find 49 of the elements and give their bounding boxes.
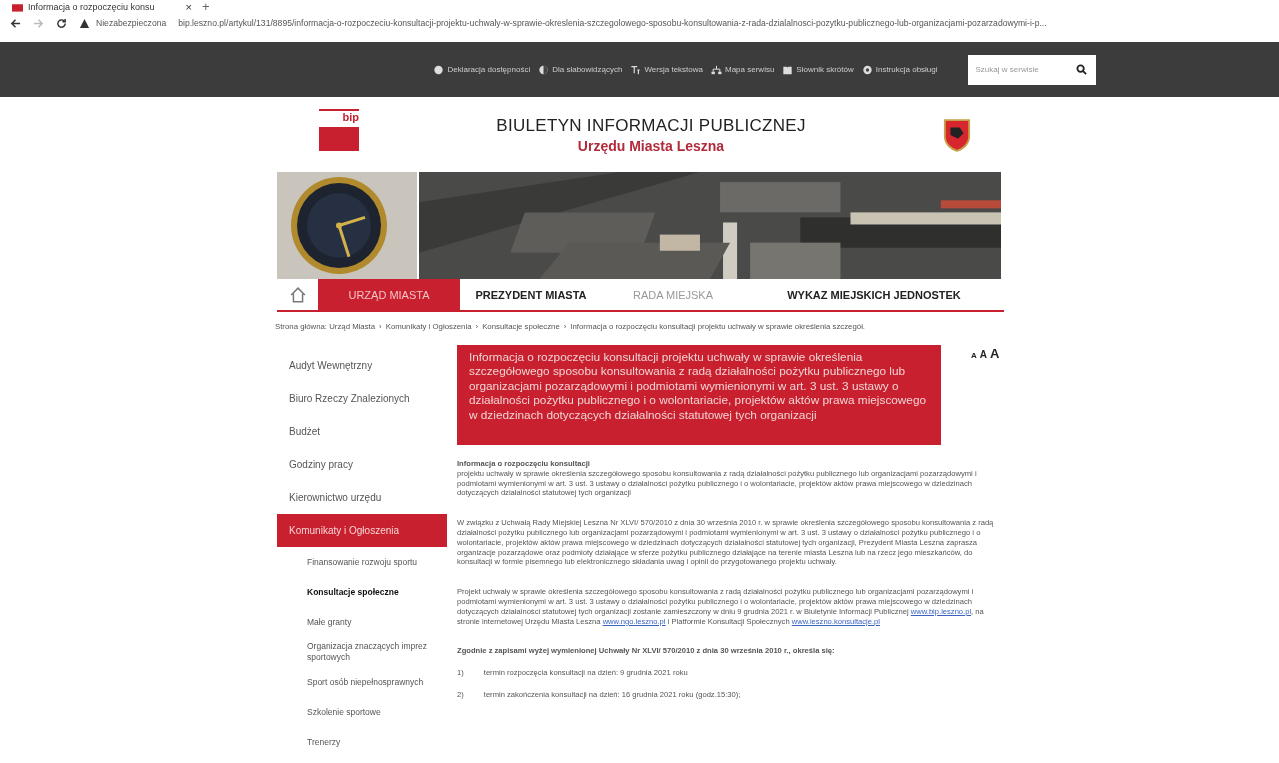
sitemap-icon: [711, 64, 722, 75]
book-icon: [782, 64, 794, 75]
toolbar-link[interactable]: Dla słabowidzących: [538, 64, 623, 75]
sidebar-item[interactable]: Budżet: [277, 415, 447, 448]
sidebar-item[interactable]: Biuro Rzeczy Znalezionych: [277, 382, 447, 415]
nav-tab[interactable]: WYKAZ MIEJSKICH JEDNOSTEK: [744, 279, 1004, 310]
new-tab-button[interactable]: +: [202, 0, 210, 14]
home-icon: [289, 286, 306, 303]
page-icon: [12, 1, 23, 12]
sidebar-subitem[interactable]: Małe granty: [277, 607, 447, 637]
back-icon: [10, 17, 21, 29]
sidebar-subitem[interactable]: Organizacja znaczących imprez sportowych: [277, 637, 447, 667]
forward-icon: [33, 17, 44, 29]
sidebar-item[interactable]: Kierownictwo urzędu: [277, 481, 447, 514]
font-size-button[interactable]: A: [979, 350, 987, 360]
sidebar-item[interactable]: Audyt Wewnętrzny: [277, 349, 447, 382]
browser-tab[interactable]: Informacja o rozpoczęciu konsu ×: [12, 0, 192, 13]
sidebar-subitem[interactable]: Finansowanie rozwoju sportu: [277, 547, 447, 577]
article-title: Informacja o rozpoczęciu konsultacji projektu uchwały w sprawie określenia szczegółowego sposobu konsultowania z radą działalności pożytku publicznego lub organizacjami pozarządowymi i podmiotami wymienionymi w art. 3 ust. 3 ustawy o działalności pożytku publicznego i o wolontariacie, projektów aktów prawa miejscowego w dziedzinach dotyczących działalności statutowej tych organizacji: [457, 345, 941, 445]
security-warning[interactable]: Niezabezpieczona: [96, 18, 167, 28]
reload-icon: [56, 17, 67, 29]
nav-tab[interactable]: URZĄD MIASTA: [318, 279, 460, 310]
sidebar-item[interactable]: Godziny pracy: [277, 448, 447, 481]
site-title: BIULETYN INFORMACJI PUBLICZNEJ: [495, 116, 807, 136]
bip-logo[interactable]: bip: [319, 109, 359, 161]
sidebar-subitem[interactable]: Konsultacje społeczne: [277, 577, 447, 607]
search-button[interactable]: [1075, 63, 1088, 76]
warning-icon: [79, 17, 90, 29]
toolbar-link[interactable]: Deklaracja dostępności: [433, 64, 531, 75]
sidebar-subitem[interactable]: Trenerzy: [277, 727, 447, 757]
tab-title: Informacja o rozpoczęciu konsu: [28, 1, 155, 12]
search-field[interactable]: Szukaj w serwisie: [967, 54, 1096, 85]
sidebar-item[interactable]: Komunikaty i Ogłoszenia: [277, 514, 447, 547]
sidebar-subitem[interactable]: Sport osób niepełnosprawnych: [277, 667, 447, 697]
sidebar-subitem[interactable]: Szkolenie sportowe: [277, 697, 447, 727]
font-size-button[interactable]: A: [971, 351, 977, 361]
shield-icon: [943, 118, 971, 152]
url-text[interactable]: bip.leszno.pl/artykul/131/8895/informacja-o-rozpoczeciu-konsultacji-projektu-uchwaly-w-sprawie-okreslenia-szczegolowego-sposobu-konsultowania-z-rada-dzialalnosci-pozytku-publicznego-lub-organizacjami-pozarzadowymi-i-p...: [178, 18, 1047, 28]
toolbar-link[interactable]: Instrukcja obsługi: [861, 64, 938, 75]
close-button[interactable]: ×: [185, 0, 192, 13]
toolbar-link[interactable]: Wersja tekstowa: [630, 64, 703, 75]
font-size-button[interactable]: A: [990, 349, 1000, 359]
toolbar-link[interactable]: Słownik skrótów: [782, 64, 854, 75]
text-icon: [630, 64, 642, 75]
site-subtitle: Urzędu Miasta Leszna: [576, 138, 726, 154]
search-icon: [1075, 63, 1087, 75]
nav-tab[interactable]: PREZYDENT MIASTA: [460, 279, 602, 310]
toolbar-link[interactable]: Mapa serwisu: [711, 64, 775, 75]
contrast-icon: [538, 64, 550, 75]
